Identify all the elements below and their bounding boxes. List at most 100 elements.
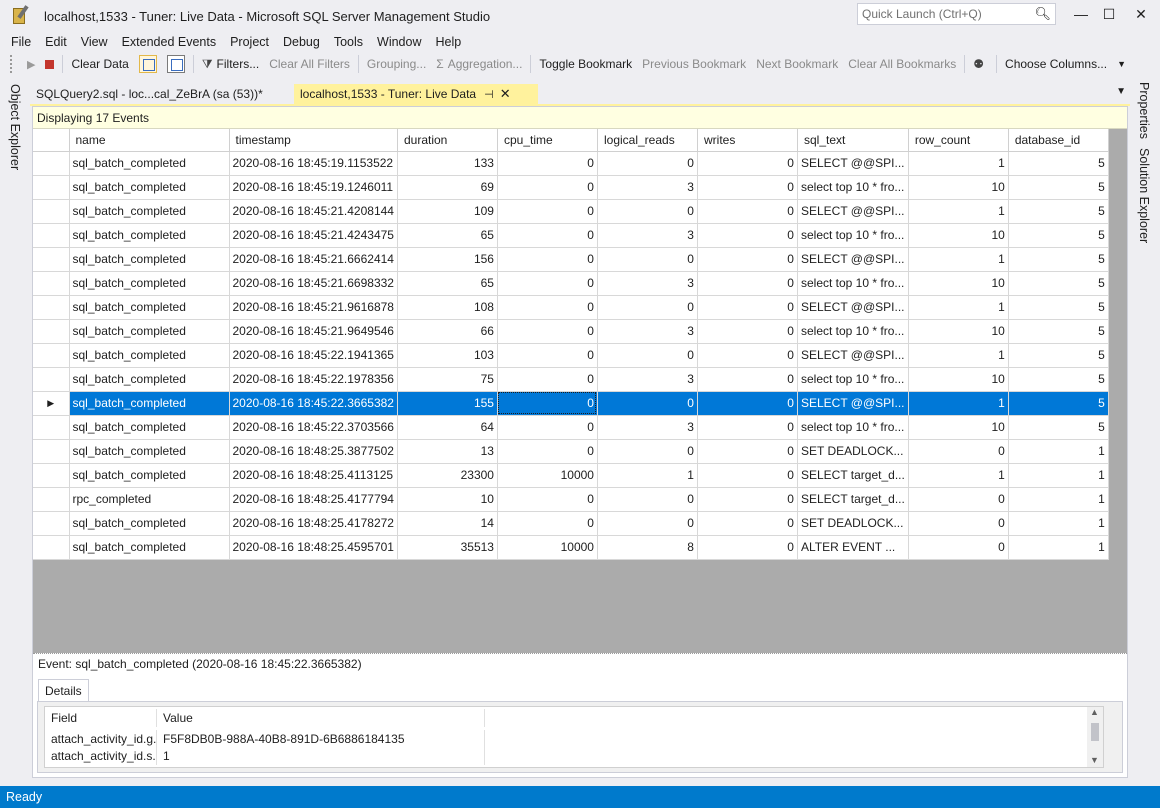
table-row[interactable]: sql_batch_completed 2020-08-16 18:45:21.4… — [33, 199, 1109, 224]
cell-name[interactable]: sql_batch_completed — [69, 535, 230, 560]
scroll-up-icon[interactable]: ▲ — [1090, 707, 1099, 717]
cell-timestamp[interactable]: 2020-08-16 18:48:25.4177794 — [229, 487, 398, 512]
table-row[interactable]: sql_batch_completed 2020-08-16 18:48:25.4… — [33, 463, 1109, 488]
cell-timestamp[interactable]: 2020-08-16 18:48:25.4595701 — [229, 535, 398, 560]
maximize-button[interactable]: ☐ — [1094, 0, 1124, 28]
details-row[interactable]: attach_activity_id.s... 1 — [45, 747, 485, 765]
cell-name[interactable]: sql_batch_completed — [69, 439, 230, 464]
cell-timestamp[interactable]: 2020-08-16 18:45:21.6662414 — [229, 247, 398, 272]
cell-logical-reads[interactable]: 3 — [597, 223, 698, 248]
cell-cpu-time[interactable]: 0 — [497, 367, 598, 392]
cell-cpu-time[interactable]: 0 — [497, 415, 598, 440]
cell-database-id[interactable]: 5 — [1008, 295, 1109, 320]
choose-columns-button[interactable]: Choose Columns... — [1000, 53, 1112, 75]
cell-writes[interactable]: 0 — [697, 151, 798, 176]
row-header[interactable]: ▶ — [33, 391, 70, 416]
ssms-app-icon[interactable] — [11, 5, 33, 27]
cell-cpu-time[interactable]: 0 — [497, 487, 598, 512]
cell-timestamp[interactable]: 2020-08-16 18:48:25.4178272 — [229, 511, 398, 536]
cell-name[interactable]: sql_batch_completed — [69, 343, 230, 368]
cell-sql-text[interactable]: SELECT @@SPI... — [797, 391, 909, 416]
cell-timestamp[interactable]: 2020-08-16 18:45:19.1153522 — [229, 151, 398, 176]
cell-timestamp[interactable]: 2020-08-16 18:45:21.9616878 — [229, 295, 398, 320]
cell-cpu-time[interactable]: 10000 — [497, 463, 598, 488]
minimize-button[interactable]: — — [1066, 0, 1096, 28]
cell-row-count[interactable]: 0 — [908, 511, 1009, 536]
cell-duration[interactable]: 109 — [397, 199, 498, 224]
cell-row-count[interactable]: 1 — [908, 391, 1009, 416]
row-header[interactable] — [33, 535, 70, 560]
column-header-row-count[interactable]: row_count — [908, 129, 1009, 152]
cell-sql-text[interactable]: SELECT target_d... — [797, 463, 909, 488]
toggle-bookmark-button[interactable]: Toggle Bookmark — [534, 53, 637, 75]
cell-timestamp[interactable]: 2020-08-16 18:45:22.3703566 — [229, 415, 398, 440]
cell-duration[interactable]: 13 — [397, 439, 498, 464]
table-row[interactable]: ▶ sql_batch_completed 2020-08-16 18:45:22.… — [33, 391, 1109, 416]
cell-logical-reads[interactable]: 0 — [597, 295, 698, 320]
properties-tab[interactable]: Properties — [1137, 82, 1151, 139]
row-header[interactable] — [33, 199, 70, 224]
cell-logical-reads[interactable]: 8 — [597, 535, 698, 560]
column-header-duration[interactable]: duration — [397, 129, 498, 152]
cell-logical-reads[interactable]: 0 — [597, 343, 698, 368]
filters-button[interactable]: ⧩ Filters... — [197, 53, 264, 75]
cell-writes[interactable]: 0 — [697, 391, 798, 416]
pin-icon[interactable]: ⊣ — [484, 88, 494, 101]
cell-name[interactable]: sql_batch_completed — [69, 511, 230, 536]
cell-name[interactable]: sql_batch_completed — [69, 463, 230, 488]
cell-name[interactable]: sql_batch_completed — [69, 319, 230, 344]
cell-sql-text[interactable]: select top 10 * fro... — [797, 367, 909, 392]
table-row[interactable]: sql_batch_completed 2020-08-16 18:45:21.9… — [33, 319, 1109, 344]
cell-name[interactable]: sql_batch_completed — [69, 175, 230, 200]
table-row[interactable]: sql_batch_completed 2020-08-16 18:48:25.4… — [33, 535, 1109, 560]
cell-writes[interactable]: 0 — [697, 199, 798, 224]
cell-logical-reads[interactable]: 3 — [597, 415, 698, 440]
table-row[interactable]: sql_batch_completed 2020-08-16 18:45:19.1… — [33, 175, 1109, 200]
cell-writes[interactable]: 0 — [697, 271, 798, 296]
cell-database-id[interactable]: 5 — [1008, 151, 1109, 176]
show-grid-button[interactable] — [162, 53, 190, 75]
cell-database-id[interactable]: 5 — [1008, 271, 1109, 296]
cell-name[interactable]: rpc_completed — [69, 487, 230, 512]
cell-writes[interactable]: 0 — [697, 367, 798, 392]
cell-writes[interactable]: 0 — [697, 175, 798, 200]
cell-row-count[interactable]: 1 — [908, 463, 1009, 488]
object-explorer-tab[interactable]: Object Explorer — [8, 84, 22, 170]
column-header-database-id[interactable]: database_id — [1008, 129, 1109, 152]
column-header-writes[interactable]: writes — [697, 129, 798, 152]
cell-duration[interactable]: 108 — [397, 295, 498, 320]
cell-database-id[interactable]: 1 — [1008, 463, 1109, 488]
cell-logical-reads[interactable]: 3 — [597, 319, 698, 344]
details-header-field[interactable]: Field — [45, 709, 157, 727]
cell-cpu-time[interactable]: 0 — [497, 151, 598, 176]
cell-writes[interactable]: 0 — [697, 511, 798, 536]
cell-database-id[interactable]: 5 — [1008, 223, 1109, 248]
tab-tuner-live-data[interactable]: localhost,1533 - Tuner: Live Data ⊣ ✕ — [294, 84, 538, 104]
cell-timestamp[interactable]: 2020-08-16 18:45:22.3665382 — [229, 391, 398, 416]
row-header[interactable] — [33, 247, 70, 272]
cell-duration[interactable]: 23300 — [397, 463, 498, 488]
cell-database-id[interactable]: 1 — [1008, 487, 1109, 512]
table-row[interactable]: sql_batch_completed 2020-08-16 18:45:22.1… — [33, 367, 1109, 392]
cell-timestamp[interactable]: 2020-08-16 18:45:21.4208144 — [229, 199, 398, 224]
cell-timestamp[interactable]: 2020-08-16 18:45:22.1941365 — [229, 343, 398, 368]
column-header-name[interactable]: name — [69, 129, 230, 152]
cell-writes[interactable]: 0 — [697, 319, 798, 344]
cell-duration[interactable]: 133 — [397, 151, 498, 176]
column-header-timestamp[interactable]: timestamp — [229, 129, 398, 152]
events-grid[interactable]: name timestamp duration cpu_time logical… — [33, 129, 1109, 560]
tab-details[interactable]: Details — [38, 679, 89, 701]
menu-tools[interactable]: Tools — [327, 35, 370, 49]
details-vertical-scrollbar[interactable]: ▲ ▼ — [1087, 707, 1103, 767]
clear-all-bookmarks-button[interactable]: Clear All Bookmarks — [843, 53, 961, 75]
cell-name[interactable]: sql_batch_completed — [69, 367, 230, 392]
table-row[interactable]: sql_batch_completed 2020-08-16 18:45:21.6… — [33, 247, 1109, 272]
cell-logical-reads[interactable]: 0 — [597, 151, 698, 176]
column-header-cpu-time[interactable]: cpu_time — [497, 129, 598, 152]
row-header[interactable] — [33, 511, 70, 536]
start-data-feed-button[interactable]: ▶ — [22, 53, 40, 75]
stop-data-feed-button[interactable] — [40, 53, 59, 75]
cell-row-count[interactable]: 1 — [908, 343, 1009, 368]
cell-database-id[interactable]: 1 — [1008, 535, 1109, 560]
cell-cpu-time[interactable]: 0 — [497, 199, 598, 224]
